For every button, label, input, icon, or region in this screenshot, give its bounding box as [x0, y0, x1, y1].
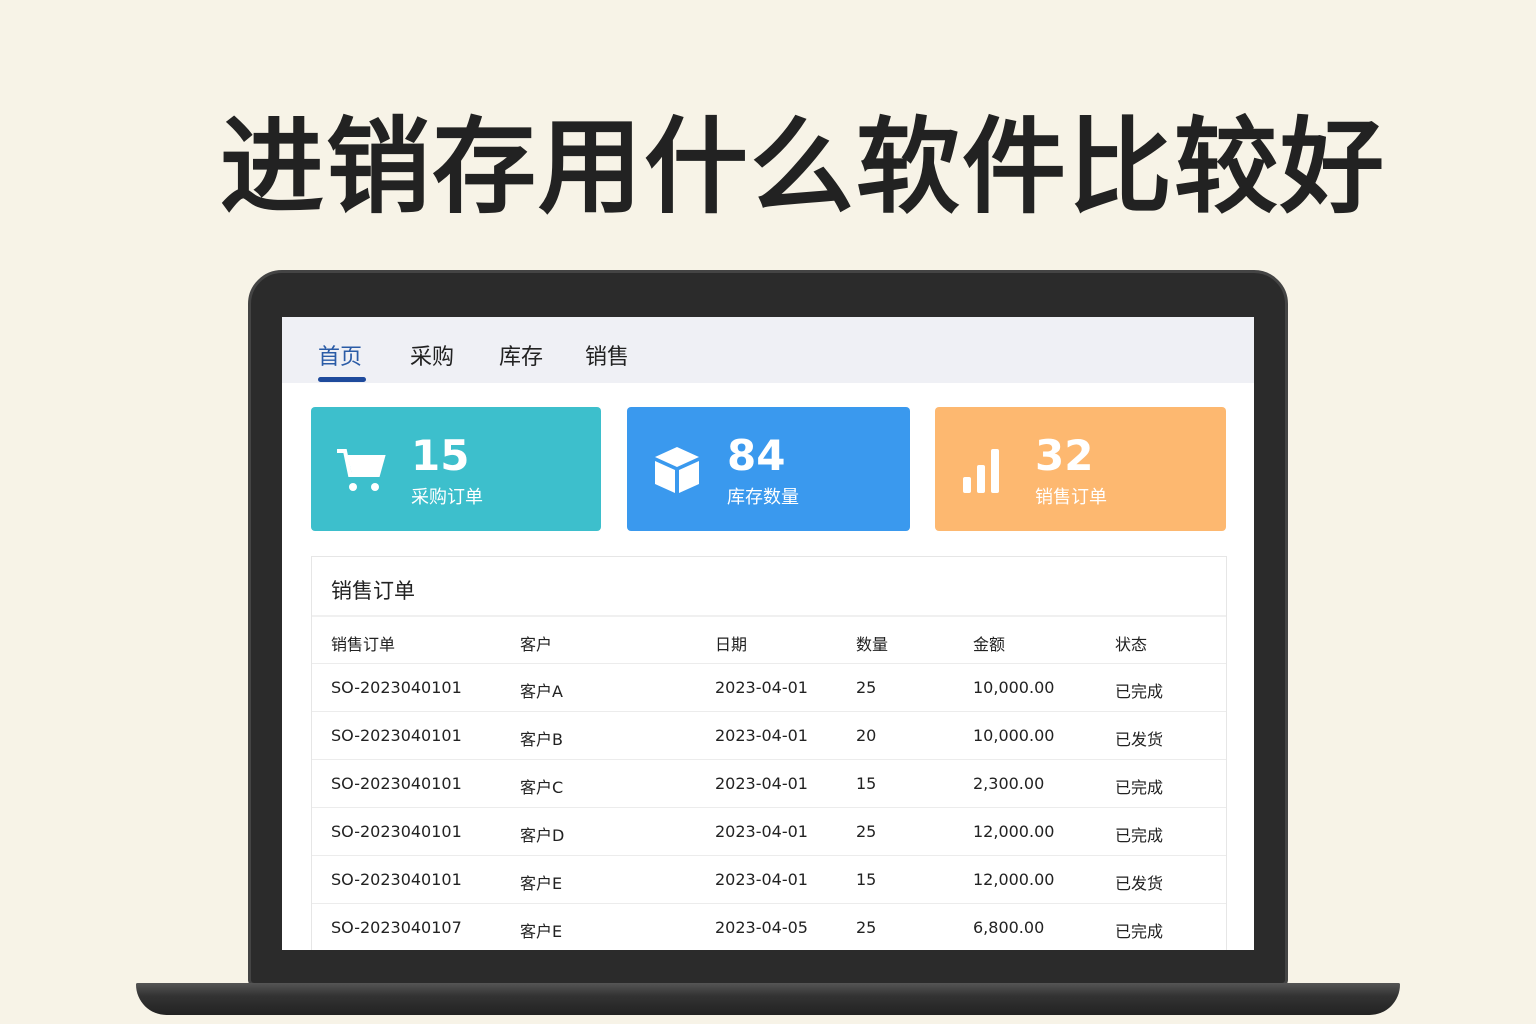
col-date: 日期: [715, 635, 748, 654]
cell-amount: 6,800.00: [973, 918, 1045, 937]
cell-status: 已完成: [1115, 778, 1164, 797]
table-header: 销售订单 客户 日期 数量 金额 状态: [312, 617, 1226, 664]
cell-customer: 客户E: [520, 874, 563, 893]
col-quantity: 数量: [856, 635, 889, 654]
card-label: 采购订单: [411, 487, 483, 508]
cell-quantity: 20: [856, 726, 877, 745]
card-label: 销售订单: [1035, 487, 1107, 508]
card-label: 库存数量: [727, 487, 799, 508]
cell-status: 已完成: [1115, 922, 1164, 941]
cell-order-id: SO-2023040101: [331, 774, 462, 793]
table-row[interactable]: SO-2023040101 客户A 2023-04-01 25 10,000.00 已完成: [312, 664, 1226, 712]
panel-title: 销售订单: [312, 557, 1226, 617]
table-row[interactable]: SO-2023040101 客户E 2023-04-01 15 12,000.00 已发货: [312, 856, 1226, 904]
cell-order-id: SO-2023040101: [331, 678, 462, 697]
sales-orders-card[interactable]: 32 销售订单: [935, 407, 1226, 531]
cell-quantity: 25: [856, 918, 877, 937]
cell-status: 已发货: [1115, 730, 1164, 749]
cell-amount: 10,000.00: [973, 726, 1055, 745]
cell-quantity: 25: [856, 822, 877, 841]
headline: 进销存用什么软件比较好: [219, 106, 1386, 228]
cell-amount: 10,000.00: [973, 678, 1055, 697]
cell-amount: 12,000.00: [973, 870, 1055, 889]
cell-order-id: SO-2023040101: [331, 870, 462, 889]
box-icon: [655, 447, 699, 493]
table-row[interactable]: SO-2023040107 客户E 2023-04-05 25 6,800.00 已完成: [312, 904, 1226, 950]
app-screen: 首页 采购 库存 销售 15 采购订单 84 库存数量 32 销售订单 销售订单…: [282, 317, 1254, 950]
cell-date: 2023-04-01: [715, 774, 808, 793]
cell-quantity: 15: [856, 870, 877, 889]
cell-order-id: SO-2023040101: [331, 726, 462, 745]
cell-customer: 客户B: [520, 730, 563, 749]
col-customer: 客户: [520, 635, 553, 654]
cell-customer: 客户C: [520, 778, 564, 797]
col-order: 销售订单: [331, 635, 396, 654]
bar-chart-icon: [963, 449, 999, 493]
card-value: 15: [411, 431, 470, 480]
cart-icon: [337, 449, 386, 491]
cell-customer: 客户D: [520, 826, 565, 845]
table-row[interactable]: SO-2023040101 客户C 2023-04-01 15 2,300.00 已完成: [312, 760, 1226, 808]
inventory-card[interactable]: 84 库存数量: [627, 407, 910, 531]
tab-bar: 首页 采购 库存 销售: [282, 317, 1254, 383]
cell-status: 已完成: [1115, 826, 1164, 845]
cell-order-id: SO-2023040107: [331, 918, 462, 937]
active-tab-indicator: [318, 377, 366, 382]
purchase-orders-card[interactable]: 15 采购订单: [311, 407, 601, 531]
cell-amount: 2,300.00: [973, 774, 1045, 793]
cell-date: 2023-04-01: [715, 726, 808, 745]
table-row[interactable]: SO-2023040101 客户D 2023-04-01 25 12,000.00 已完成: [312, 808, 1226, 856]
cell-status: 已完成: [1115, 682, 1164, 701]
sales-orders-panel: 销售订单 销售订单 客户 日期 数量 金额 状态 SO-2023040101 客户…: [311, 556, 1227, 950]
col-status: 状态: [1115, 635, 1148, 654]
cell-date: 2023-04-05: [715, 918, 808, 937]
cell-customer: 客户E: [520, 922, 563, 941]
col-amount: 金额: [973, 635, 1006, 654]
cell-date: 2023-04-01: [715, 678, 808, 697]
tab-home[interactable]: 首页: [318, 339, 362, 371]
cell-order-id: SO-2023040101: [331, 822, 462, 841]
card-value: 84: [727, 431, 786, 480]
tab-purchase[interactable]: 采购: [410, 339, 454, 371]
tab-sales[interactable]: 销售: [585, 339, 629, 371]
cell-amount: 12,000.00: [973, 822, 1055, 841]
card-value: 32: [1035, 431, 1094, 480]
cell-date: 2023-04-01: [715, 822, 808, 841]
cell-quantity: 15: [856, 774, 877, 793]
cell-customer: 客户A: [520, 682, 563, 701]
laptop-base: [136, 983, 1400, 1015]
cell-status: 已发货: [1115, 874, 1164, 893]
tab-inventory[interactable]: 库存: [499, 339, 543, 371]
cell-date: 2023-04-01: [715, 870, 808, 889]
table-row[interactable]: SO-2023040101 客户B 2023-04-01 20 10,000.00 已发货: [312, 712, 1226, 760]
cell-quantity: 25: [856, 678, 877, 697]
